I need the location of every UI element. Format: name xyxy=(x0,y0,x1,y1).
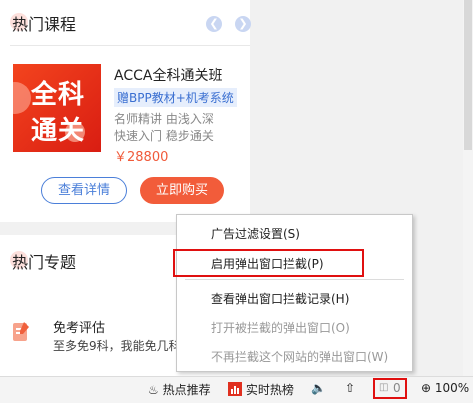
share-icon[interactable]: ⇧ xyxy=(345,381,355,395)
menu-separator xyxy=(185,279,404,280)
prev-arrow-icon[interactable]: ❮ xyxy=(206,16,222,32)
hot-courses-title: 热门课程 xyxy=(10,13,77,34)
view-details-button[interactable]: 查看详情 xyxy=(41,177,127,204)
buy-now-button[interactable]: 立即购买 xyxy=(140,177,224,204)
popup-block-counter[interactable]: ◫ 0 xyxy=(373,378,407,399)
course-tag: 赠BPP教材+机考系统 xyxy=(114,88,237,107)
course-thumbnail[interactable]: 全科 通关 xyxy=(13,64,101,152)
hot-topics-title: 热门专题 xyxy=(10,251,77,272)
evaluation-desc: 至多免9科，我能免几科 xyxy=(53,339,178,353)
hot-courses-card: 热门课程 ❮ ❯ 全科 通关 ACCA全科通关班 赠BPP教材+机考系统 名师精… xyxy=(0,0,251,222)
zoom-icon: ⊕ xyxy=(421,381,432,395)
flame-icon: ♨ xyxy=(148,383,159,397)
hot-recommend-button[interactable]: ♨ 热点推荐 xyxy=(148,381,211,398)
zoom-control[interactable]: ⊕ 100% xyxy=(421,381,469,395)
menu-item-view-block-log[interactable]: 查看弹出窗口拦截记录(H) xyxy=(211,290,349,307)
popup-blocker-context-menu: 广告过滤设置(S) 启用弹出窗口拦截(P) 查看弹出窗口拦截记录(H) 打开被拦… xyxy=(176,214,413,372)
menu-item-stop-blocking-site: 不再拦截这个网站的弹出窗口(W) xyxy=(211,350,389,364)
course-desc-line1: 名师精讲 由浅入深 xyxy=(114,112,214,126)
status-bar: ♨ 热点推荐 实时热榜 🔈 ⇧ ◫ 0 ⊕ 100% xyxy=(0,376,473,403)
vertical-scrollbar[interactable] xyxy=(463,0,473,376)
scrollbar-thumb[interactable] xyxy=(464,0,472,150)
next-arrow-icon[interactable]: ❯ xyxy=(235,16,251,32)
course-name[interactable]: ACCA全科通关班 xyxy=(114,65,222,85)
course-price: ￥28800 xyxy=(114,150,169,165)
speaker-icon[interactable]: 🔈 xyxy=(311,381,326,395)
block-icon: ◫ xyxy=(379,382,389,393)
bar-chart-icon xyxy=(228,382,242,396)
menu-item-open-blocked-popup: 打开被拦截的弹出窗口(O) xyxy=(211,321,350,335)
evaluation-icon xyxy=(13,322,29,341)
course-desc-line2: 快速入门 稳步通关 xyxy=(114,129,214,143)
divider xyxy=(10,45,250,46)
highlight-box xyxy=(173,249,364,277)
evaluation-title[interactable]: 免考评估 xyxy=(53,317,105,336)
menu-item-ad-filter-settings[interactable]: 广告过滤设置(S) xyxy=(211,225,300,242)
realtime-list-button[interactable]: 实时热榜 xyxy=(228,381,294,398)
